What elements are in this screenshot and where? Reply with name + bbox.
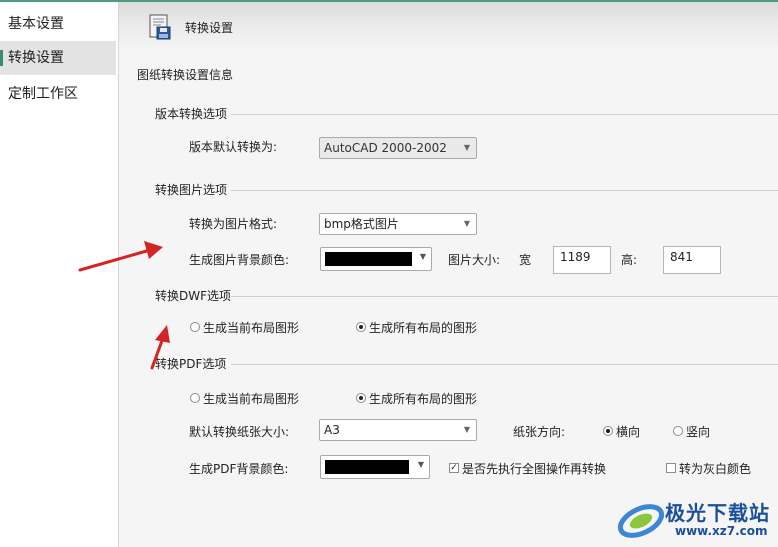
aurora-logo-icon <box>617 504 665 538</box>
annotation-arrow-image-bg <box>78 241 163 272</box>
watermark-url: www.xz7.com <box>675 524 768 538</box>
annotation-arrows <box>78 241 170 370</box>
watermark-text: 极光下载站 <box>665 501 770 525</box>
watermark: 极光下载站 www.xz7.com <box>613 491 778 547</box>
annotation-arrow-dwf <box>150 325 170 370</box>
